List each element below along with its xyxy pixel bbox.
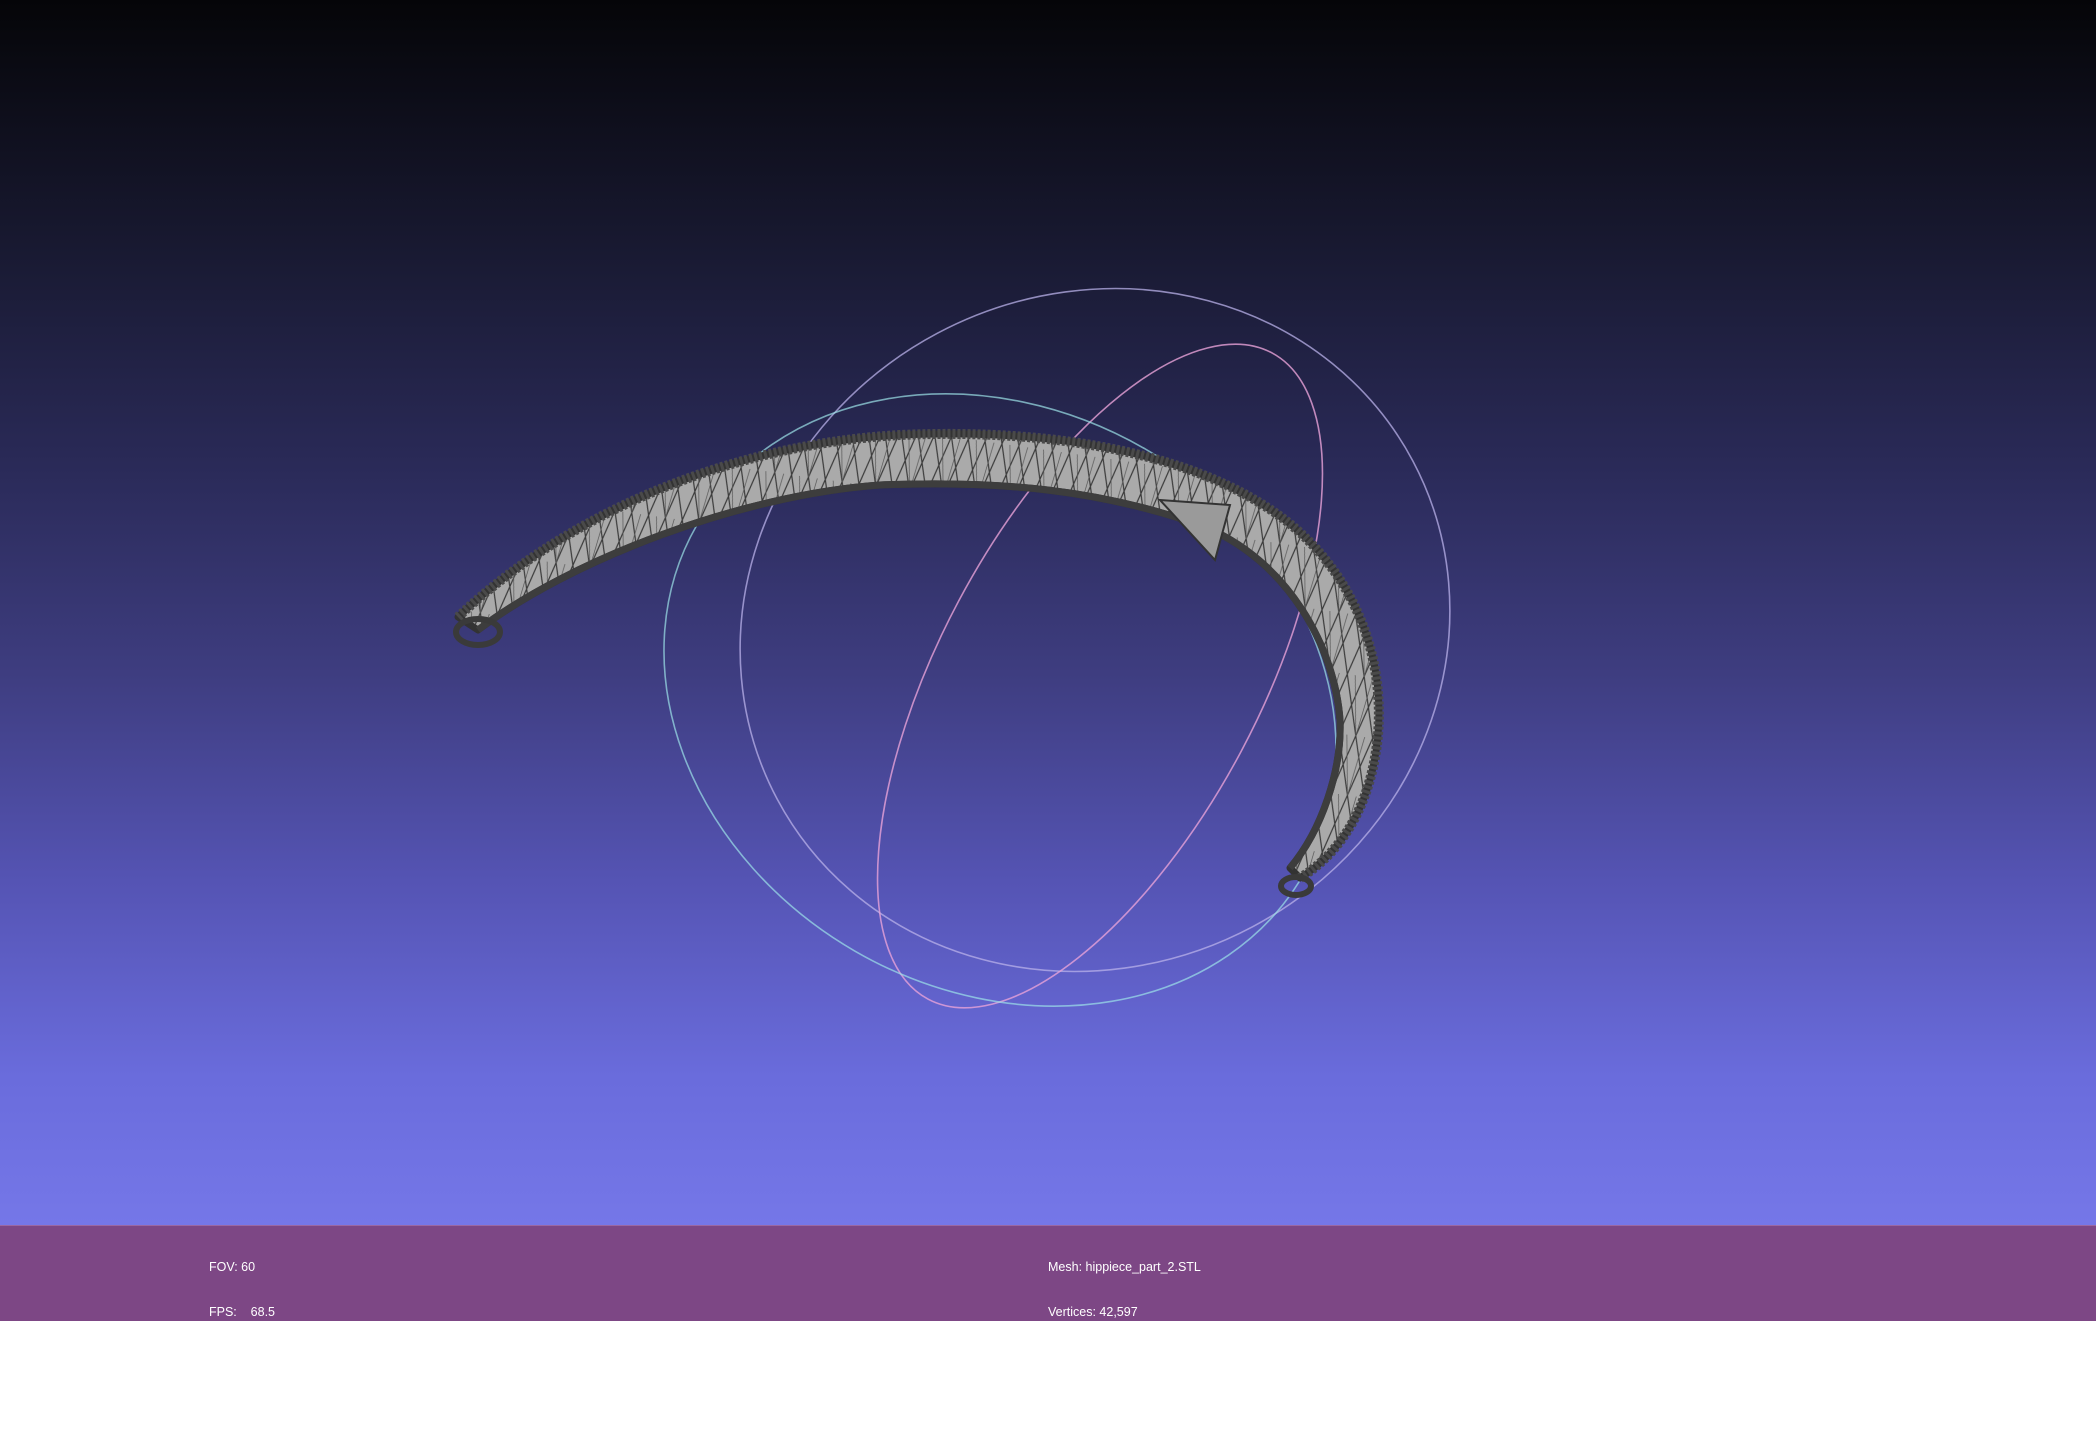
faces-count-label: Faces: 85,202 <box>1048 1350 1128 1364</box>
fov-label: FOV: 60 <box>209 1260 256 1274</box>
rendering-mode-label: BO_RENDERING <box>209 1350 310 1364</box>
render-info: FOV: 60 FPS: 68.5 BO_RENDERING <box>209 1230 309 1395</box>
mesh-model[interactable] <box>453 428 1384 898</box>
trackball-ring-horizontal <box>739 287 1451 973</box>
mesh-dense-region <box>1157 498 1232 563</box>
selection-label: Selection: v: 0 f: 0 <box>1048 1395 1148 1409</box>
scene-canvas[interactable] <box>0 0 2096 1225</box>
mesh-name-label: Mesh: hippiece_part_2.STL <box>1048 1260 1201 1274</box>
status-bar: FOV: 60 FPS: 68.5 BO_RENDERING Mesh: hip… <box>0 1225 2096 1409</box>
3d-viewport[interactable] <box>0 0 2096 1225</box>
mesh-band-surface <box>454 430 1383 882</box>
trackball-ring-pink <box>876 343 1324 1009</box>
trackball-ring-cyan <box>663 393 1337 1007</box>
fps-label: FPS: 68.5 <box>209 1305 276 1319</box>
trackball-gizmo[interactable] <box>552 164 1571 1126</box>
vertices-count-label: Vertices: 42,597 <box>1048 1305 1138 1319</box>
mesh-info: Mesh: hippiece_part_2.STL Vertices: 42,5… <box>1048 1230 1201 1440</box>
